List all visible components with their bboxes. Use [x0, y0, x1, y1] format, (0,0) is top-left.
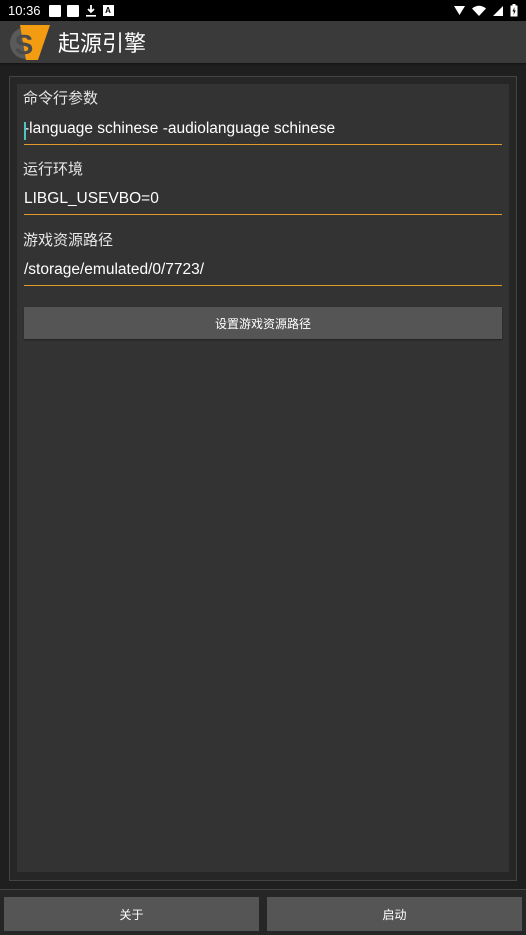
game-path-input[interactable] — [24, 258, 502, 286]
set-game-path-button[interactable]: 设置游戏资源路径 — [24, 307, 502, 339]
environment-input[interactable] — [24, 187, 502, 215]
screen: 10:36 A S 起源引擎 命令行参数 -language schinese … — [0, 0, 526, 935]
download-icon — [85, 5, 96, 17]
app-bar: S 起源引擎 — [0, 21, 526, 63]
status-bar: 10:36 A — [0, 0, 526, 21]
a-notification-icon: A — [102, 5, 114, 16]
sim-icon — [454, 6, 465, 15]
game-path-label: 游戏资源路径 — [23, 231, 114, 249]
notification-icons: A — [48, 4, 114, 17]
system-icons — [453, 4, 518, 17]
wifi-icon — [472, 5, 486, 16]
environment-label: 运行环境 — [23, 160, 84, 178]
command-line-label: 命令行参数 — [23, 89, 99, 107]
text-cursor — [24, 122, 26, 140]
source-engine-logo-icon: S — [10, 25, 50, 60]
battery-icon — [510, 4, 518, 17]
notification-square-icon — [66, 4, 79, 17]
status-time: 10:36 — [8, 3, 41, 18]
logo-letter: S — [15, 29, 34, 60]
signal-icon — [493, 5, 503, 16]
app-title: 起源引擎 — [58, 32, 147, 57]
notification-square-icon — [48, 4, 61, 17]
about-button[interactable]: 关于 — [4, 897, 259, 931]
launch-button[interactable]: 启动 — [267, 897, 522, 931]
app-bar-shadow — [0, 63, 526, 66]
command-line-input[interactable] — [24, 117, 502, 145]
